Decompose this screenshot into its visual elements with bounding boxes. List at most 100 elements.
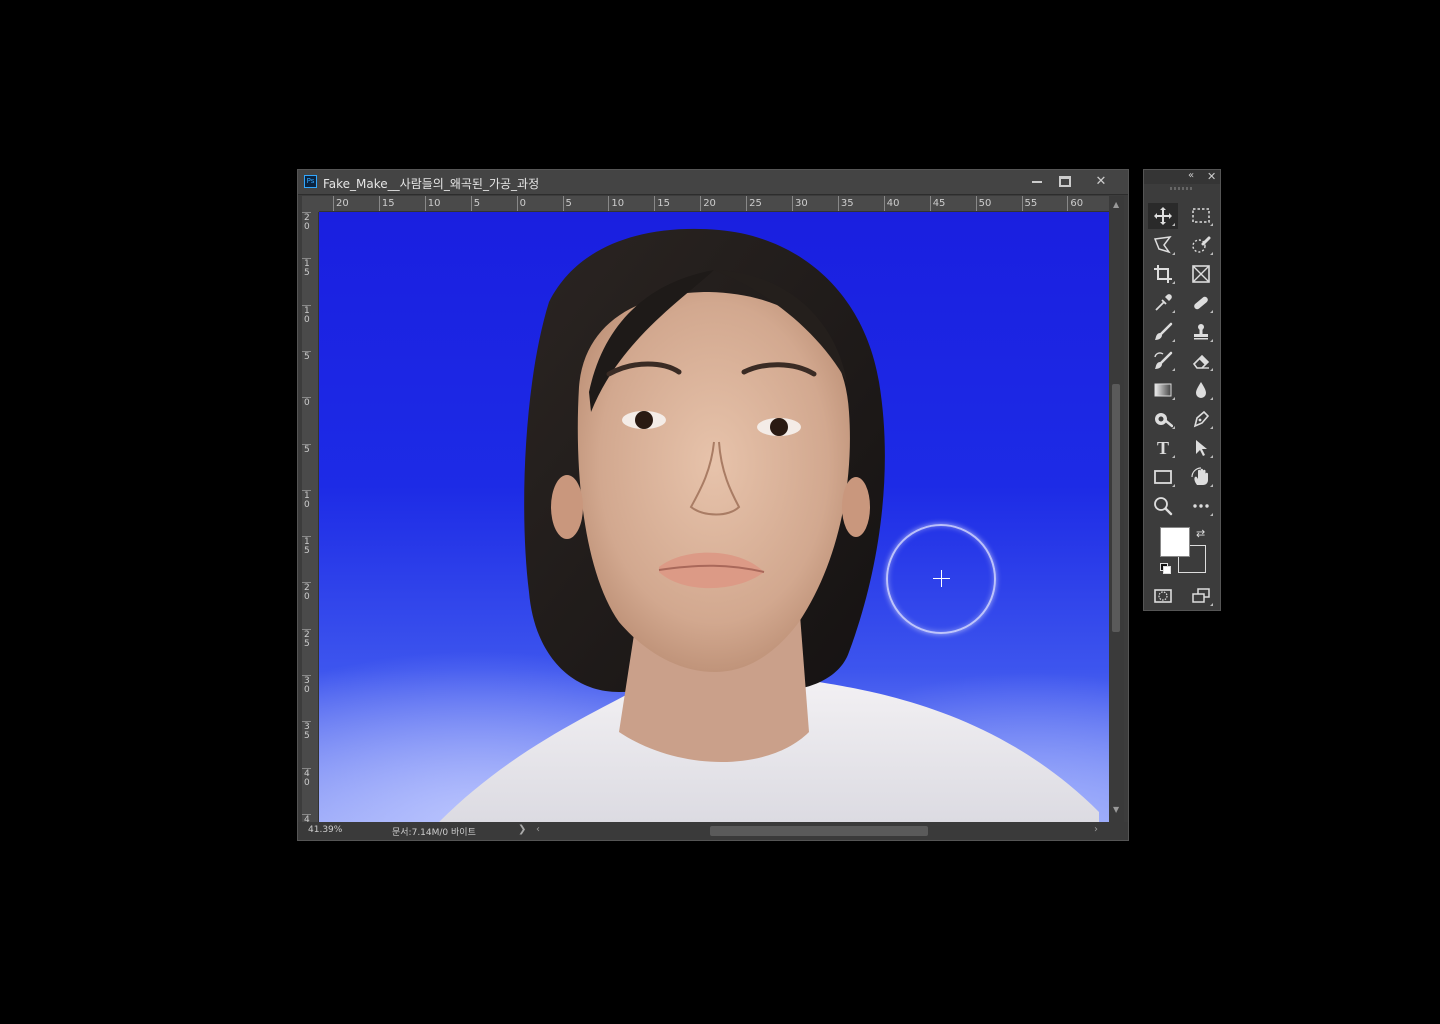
ruler-v-label: 5 xyxy=(302,350,311,362)
ruler-v-label: 10 xyxy=(302,304,311,325)
ruler-h-label: 5 xyxy=(470,196,480,211)
pen-tool[interactable] xyxy=(1186,406,1216,432)
ruler-v-label: 5 xyxy=(302,443,311,455)
eyedropper-icon xyxy=(1155,294,1172,311)
vertical-scroll-thumb[interactable] xyxy=(1112,384,1120,632)
horizontal-scroll-thumb[interactable] xyxy=(710,826,928,836)
document-info[interactable]: 문서:7.14M/0 바이트 xyxy=(392,825,476,838)
brush-cursor xyxy=(886,524,996,634)
rectangle-icon xyxy=(1154,470,1172,484)
screen-mode-icon xyxy=(1192,588,1210,603)
path-select-tool[interactable] xyxy=(1186,435,1216,461)
blur-tool[interactable] xyxy=(1186,377,1216,403)
ruler-origin[interactable] xyxy=(302,196,319,212)
crop-tool[interactable] xyxy=(1148,261,1178,287)
foreground-color-swatch[interactable] xyxy=(1160,527,1190,557)
rect-marquee-icon xyxy=(1192,208,1210,223)
ruler-h-label: 15 xyxy=(378,196,395,211)
pen-icon xyxy=(1193,410,1210,428)
more-tools[interactable] xyxy=(1186,493,1216,519)
ruler-v-label: 20 xyxy=(302,582,311,603)
scroll-left-icon[interactable]: ‹ xyxy=(536,824,540,835)
quick-select-tool[interactable] xyxy=(1186,232,1216,258)
scroll-right-icon[interactable]: › xyxy=(1094,824,1098,835)
ruler-h-label: 35 xyxy=(837,196,854,211)
ruler-h-label: 15 xyxy=(654,196,670,211)
dodge-tool[interactable] xyxy=(1148,406,1178,432)
ruler-h-label: 0 xyxy=(516,196,526,211)
ruler-h-label: 20 xyxy=(333,196,349,211)
healing-tool[interactable] xyxy=(1186,290,1216,316)
ruler-h-label: 30 xyxy=(792,196,808,211)
zoom-tool[interactable] xyxy=(1148,493,1178,519)
default-colors-icon[interactable] xyxy=(1160,563,1171,574)
horizontal-ruler[interactable]: 20 15 10 5 0 5 10 15 20 25 30 35 40 45 50 55 60 xyxy=(319,196,1109,212)
gradient-tool[interactable] xyxy=(1148,377,1178,403)
screen-mode[interactable] xyxy=(1186,583,1216,609)
ruler-v-label: 15 xyxy=(302,536,311,557)
vertical-ruler[interactable]: 20 15 10 5 0 5 10 15 20 25 30 35 40 4 xyxy=(302,212,319,824)
type-icon: T xyxy=(1157,438,1169,458)
move-tool[interactable] xyxy=(1148,203,1178,229)
brush-icon xyxy=(1155,322,1173,340)
tools-panel: « ✕ T ⇄ xyxy=(1143,169,1221,611)
ruler-v-label: 10 xyxy=(302,489,311,510)
vertical-scrollbar[interactable]: ▲ ▼ xyxy=(1109,196,1124,822)
eyedropper-tool[interactable] xyxy=(1148,290,1178,316)
frame-tool[interactable] xyxy=(1186,261,1216,287)
type-tool[interactable]: T xyxy=(1148,435,1178,461)
stamp-tool[interactable] xyxy=(1186,319,1216,345)
marquee-tool[interactable] xyxy=(1186,203,1216,229)
document-titlebar[interactable]: Ps Fake_Make__사람들의_왜곡된_가공_과정 ✕ xyxy=(298,170,1128,195)
tools-panel-header[interactable]: « ✕ xyxy=(1144,170,1220,184)
eraser-tool[interactable] xyxy=(1186,348,1216,374)
scroll-down-icon[interactable]: ▼ xyxy=(1113,805,1119,814)
image-canvas[interactable] xyxy=(319,212,1109,822)
more-icon xyxy=(1193,504,1209,508)
ruler-v-label: 15 xyxy=(302,258,311,279)
ruler-h-label: 60 xyxy=(1067,196,1083,211)
panel-grip[interactable] xyxy=(1170,187,1194,190)
quick-mask[interactable] xyxy=(1148,583,1178,609)
collapse-icon[interactable]: « xyxy=(1188,170,1194,181)
dodge-icon xyxy=(1155,413,1173,428)
quick-mask-icon xyxy=(1154,589,1172,603)
document-window: Ps Fake_Make__사람들의_왜곡된_가공_과정 ✕ 20 15 10 5 0 5… xyxy=(297,169,1129,841)
shape-tool[interactable] xyxy=(1148,464,1178,490)
ruler-h-label: 20 xyxy=(700,196,716,211)
document-title: Fake_Make__사람들의_왜곡된_가공_과정 xyxy=(323,177,540,191)
brush-tool[interactable] xyxy=(1148,319,1178,345)
magnifier-icon xyxy=(1154,497,1173,516)
drop-icon xyxy=(1196,382,1206,398)
ruler-h-label: 5 xyxy=(562,196,572,211)
horizontal-scrollbar[interactable]: ‹ › xyxy=(532,824,1104,838)
crosshair-icon-vertical xyxy=(941,570,942,587)
bandage-icon xyxy=(1194,296,1208,310)
hand-tool[interactable] xyxy=(1186,464,1216,490)
ruler-v-label: 35 xyxy=(302,721,311,742)
ruler-h-label: 45 xyxy=(929,196,945,211)
ruler-h-label: 10 xyxy=(424,196,441,211)
arrow-icon xyxy=(1196,440,1207,456)
lasso-tool[interactable] xyxy=(1148,232,1178,258)
close-button[interactable]: ✕ xyxy=(1088,172,1114,192)
maximize-button[interactable] xyxy=(1052,172,1078,192)
history-brush-tool[interactable] xyxy=(1148,348,1178,374)
ruler-h-label: 50 xyxy=(975,196,991,211)
minimize-icon xyxy=(1032,180,1042,183)
portrait-photo xyxy=(439,228,1099,822)
crop-icon xyxy=(1154,265,1172,283)
swap-colors-icon[interactable]: ⇄ xyxy=(1196,527,1205,540)
ruler-h-label: 10 xyxy=(608,196,624,211)
status-menu-icon[interactable]: ❯ xyxy=(518,824,526,835)
status-bar: 41.39% 문서:7.14M/0 바이트 ❯ ‹ › xyxy=(298,822,1128,840)
panel-close-icon[interactable]: ✕ xyxy=(1207,170,1216,183)
ruler-v-label: 20 xyxy=(302,212,311,232)
svg-text:T: T xyxy=(1157,438,1169,458)
ruler-h-label: 25 xyxy=(746,196,762,211)
quick-select-icon xyxy=(1192,236,1211,253)
ruler-h-label: 40 xyxy=(883,196,900,211)
minimize-button[interactable] xyxy=(1024,172,1050,192)
zoom-level[interactable]: 41.39% xyxy=(308,825,342,835)
scroll-up-icon[interactable]: ▲ xyxy=(1113,200,1119,209)
